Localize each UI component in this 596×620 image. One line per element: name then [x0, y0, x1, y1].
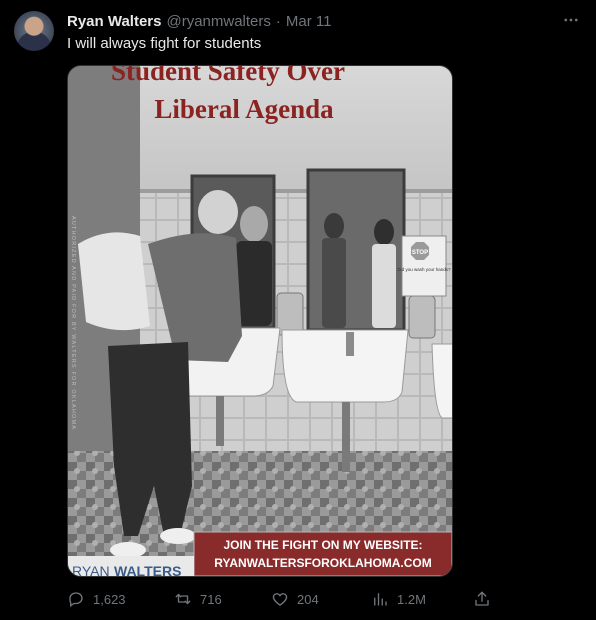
avatar[interactable]: [14, 11, 54, 51]
share-icon: [475, 591, 489, 606]
views-count: 1.2M: [397, 591, 426, 607]
views-button[interactable]: 1.2M: [371, 590, 426, 608]
tweet-text: I will always fight for students: [67, 35, 262, 52]
separator: ·: [275, 12, 281, 30]
like-count: 204: [297, 591, 319, 607]
views-icon: [374, 593, 387, 606]
like-button[interactable]: 204: [271, 590, 319, 608]
retweet-icon: [175, 593, 191, 605]
logo-first: RYAN: [72, 563, 110, 577]
cta-line-2: RYANWALTERSFOROKLAHOMA.COM: [214, 556, 432, 570]
author-handle[interactable]: @ryanmwalters: [166, 13, 270, 30]
action-bar: 1,623 716 204 1.2M: [67, 590, 497, 610]
reply-button[interactable]: 1,623: [67, 590, 126, 608]
reply-icon: [69, 592, 83, 608]
poster-headline-2: Liberal Agenda: [154, 94, 334, 124]
poster-headline-1: Student Safety Over: [111, 66, 345, 86]
stop-sign-text: STOP: [412, 250, 428, 256]
like-icon: [272, 593, 288, 606]
reply-count: 1,623: [93, 591, 126, 607]
tweet-date[interactable]: Mar 11: [286, 13, 332, 30]
cta-line-1: JOIN THE FIGHT ON MY WEBSITE:: [223, 538, 422, 552]
logo-second: WALTERS: [114, 563, 181, 577]
tweet-image[interactable]: STOP Did you wash your hands? AUTHORIZED…: [67, 65, 453, 577]
share-button[interactable]: [473, 590, 491, 608]
tweet[interactable]: Ryan Walters @ryanmwalters · Mar 11 I wi…: [0, 0, 596, 620]
retweet-button[interactable]: 716: [174, 590, 222, 608]
more-icon[interactable]: [560, 10, 582, 30]
stop-caption: Did you wash your hands?: [397, 267, 451, 272]
disclaimer-text: AUTHORIZED AND PAID FOR BY WALTERS FOR O…: [70, 216, 76, 430]
tweet-header: Ryan Walters @ryanmwalters · Mar 11: [67, 11, 331, 31]
retweet-count: 716: [200, 591, 222, 607]
author-name[interactable]: Ryan Walters: [67, 13, 161, 30]
